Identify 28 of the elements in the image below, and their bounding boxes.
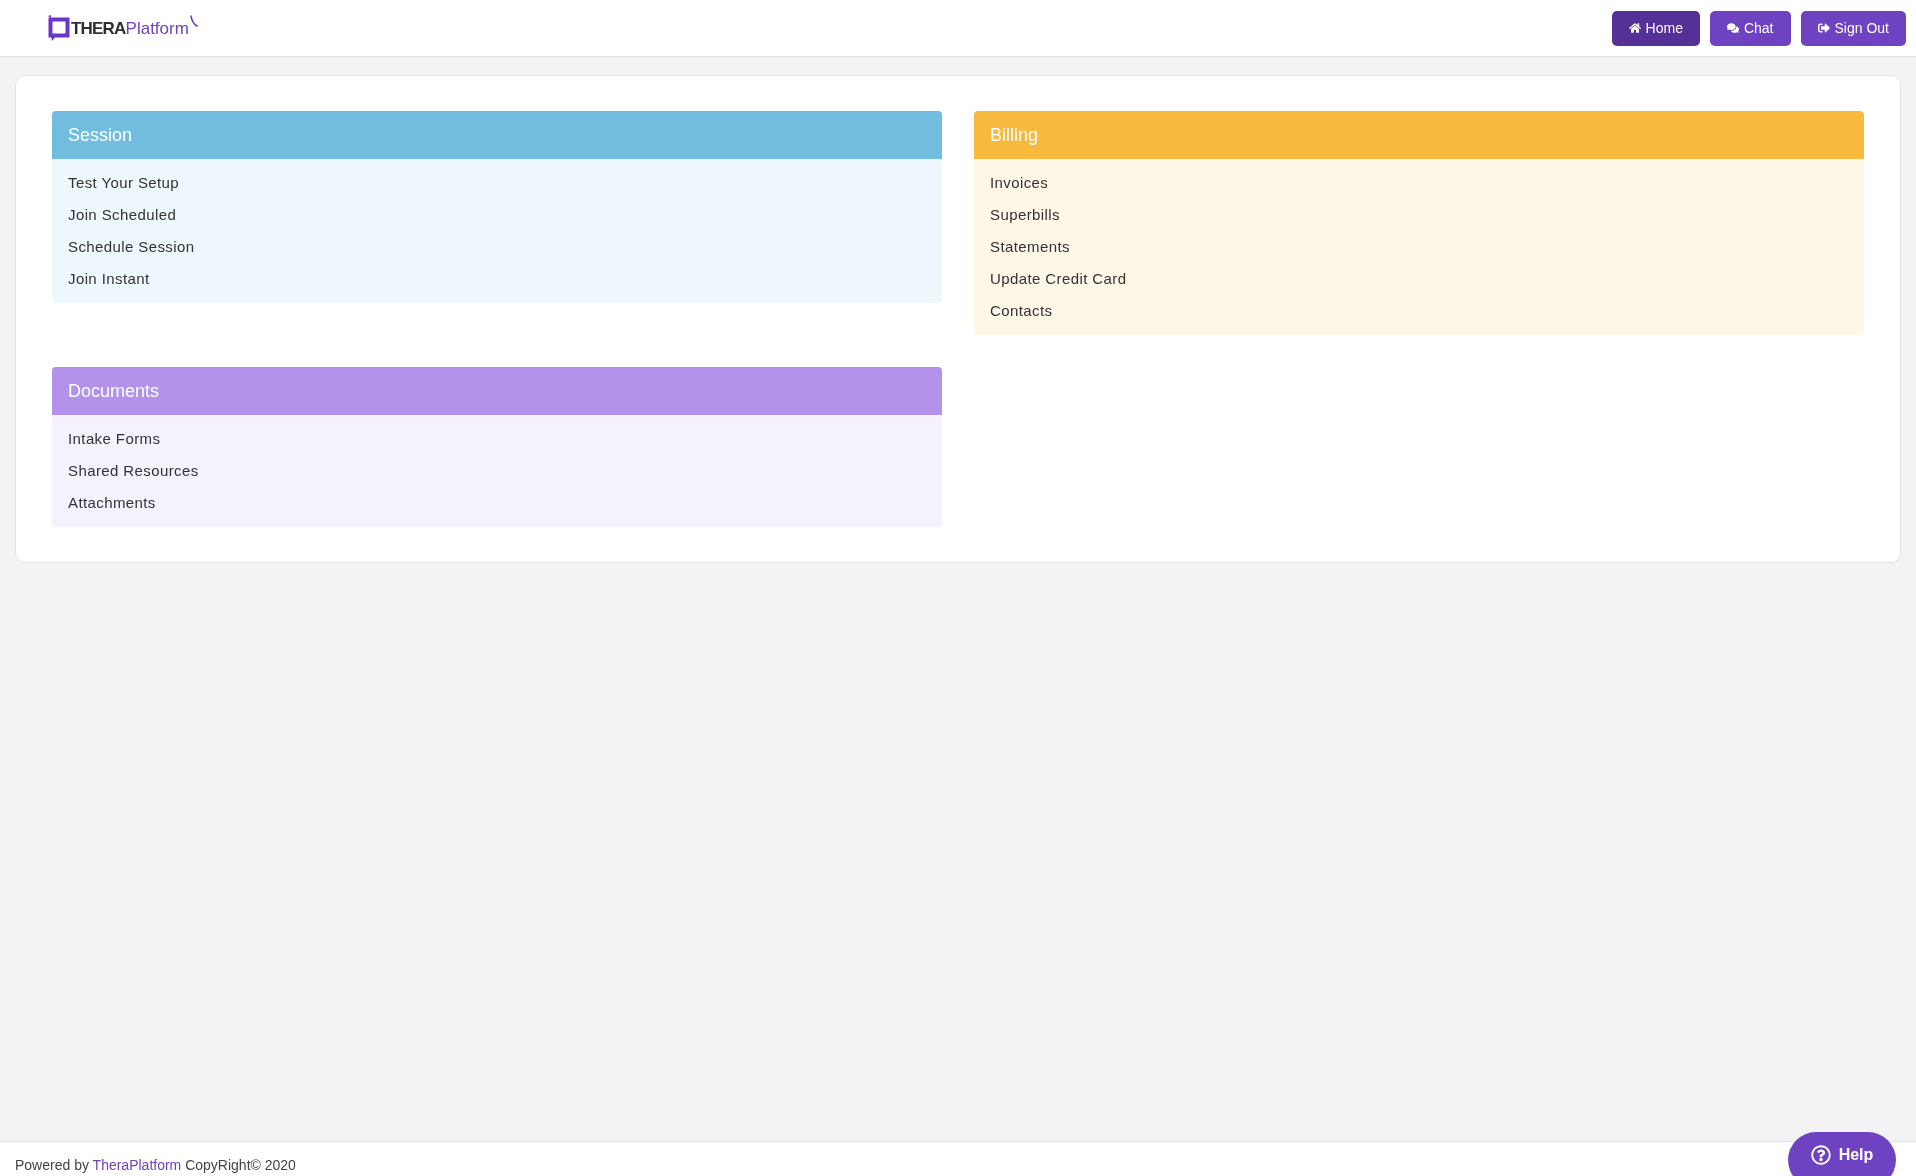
home-icon bbox=[1628, 22, 1641, 34]
panel-link[interactable]: Statements bbox=[990, 231, 1070, 263]
panel-link[interactable]: Attachments bbox=[68, 487, 156, 519]
nav-button[interactable]: Home bbox=[1611, 10, 1700, 46]
panel-link[interactable]: Join Scheduled bbox=[68, 199, 177, 231]
panel-link[interactable]: Shared Resources bbox=[68, 455, 199, 487]
help-icon bbox=[1810, 1145, 1831, 1165]
help-button[interactable]: Help bbox=[1788, 1132, 1896, 1176]
chat-bubbles-icon bbox=[1726, 22, 1739, 34]
panel-link[interactable]: Invoices bbox=[990, 167, 1049, 199]
frame-icon bbox=[48, 15, 70, 41]
footer-link[interactable]: TheraPlatform bbox=[92, 1157, 182, 1173]
panel-title: Billing bbox=[990, 123, 1039, 147]
footer-text: Powered by TheraPlatform CopyRight© 2020 bbox=[15, 1157, 296, 1173]
panel-link[interactable]: Join Instant bbox=[68, 263, 150, 295]
panel-link[interactable]: Intake Forms bbox=[68, 423, 161, 455]
panel-title: Documents bbox=[68, 379, 160, 403]
nav-button[interactable]: Chat bbox=[1709, 10, 1791, 46]
panel-link[interactable]: Schedule Session bbox=[68, 231, 195, 263]
panel-link[interactable]: Update Credit Card bbox=[990, 263, 1127, 295]
logo-wordmark: THERAPlatform bbox=[71, 19, 189, 37]
sign-out-icon bbox=[1817, 22, 1830, 34]
panel-link[interactable]: Superbills bbox=[990, 199, 1060, 231]
panel-link[interactable]: Contacts bbox=[990, 295, 1053, 327]
nav-button[interactable]: Sign Out bbox=[1800, 10, 1906, 46]
panel-title: Session bbox=[68, 123, 133, 147]
swoosh-icon bbox=[189, 15, 198, 27]
panel-link[interactable]: Test Your Setup bbox=[68, 167, 180, 199]
